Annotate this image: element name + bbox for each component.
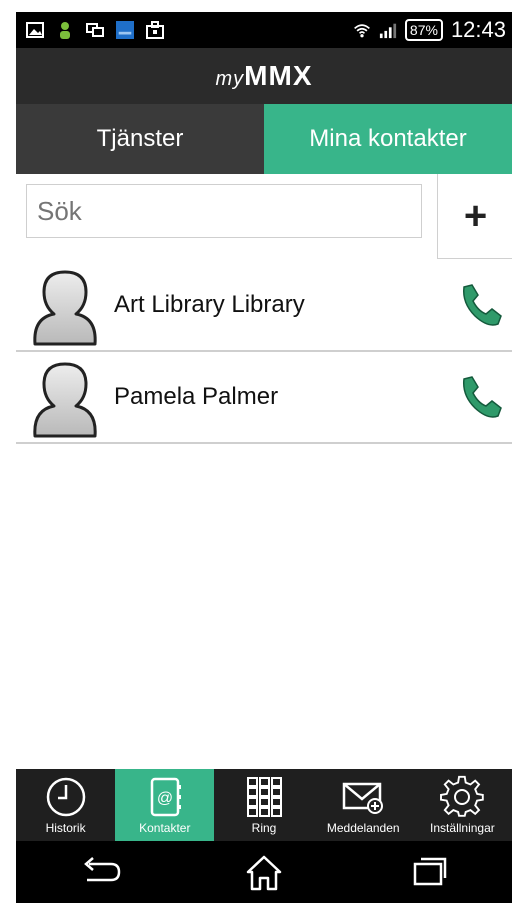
notification-icons xyxy=(26,21,164,39)
wifi-icon xyxy=(353,21,371,39)
keypad-icon xyxy=(247,777,282,817)
nav-label: Historik xyxy=(45,821,86,835)
address-book-icon: @ xyxy=(150,777,181,817)
logo-main: MMX xyxy=(244,60,313,91)
signal-icon xyxy=(379,21,397,39)
phone-call-icon[interactable] xyxy=(456,373,504,421)
system-nav-bar xyxy=(16,841,512,903)
back-icon[interactable] xyxy=(75,852,123,892)
clock: 12:43 xyxy=(450,17,506,42)
contact-notification-icon xyxy=(56,21,74,39)
system-status: 87% 12:43 xyxy=(353,17,506,43)
contact-row[interactable]: Art Library Library xyxy=(16,260,512,352)
contact-list: Art Library Library Pamela Palmer xyxy=(16,260,512,444)
add-contact-button[interactable]: + xyxy=(437,174,512,259)
nav-installningar[interactable]: Inställningar xyxy=(413,769,512,841)
tab-tjanster[interactable]: Tjänster xyxy=(16,104,264,174)
nav-label: Kontakter xyxy=(139,821,191,835)
battery-indicator: 87% xyxy=(404,19,443,41)
svg-text:@: @ xyxy=(157,790,173,807)
recent-apps-icon[interactable] xyxy=(405,852,453,892)
app-notification-icon xyxy=(116,21,134,39)
logo-prefix: my xyxy=(215,68,245,90)
envelope-icon xyxy=(342,782,384,814)
avatar-placeholder-icon xyxy=(33,362,97,438)
screens-icon xyxy=(86,21,104,39)
app-title-bar: myMMX xyxy=(16,48,512,104)
clock-icon xyxy=(46,777,85,817)
search-row: + xyxy=(16,174,512,260)
nav-kontakter[interactable]: @ Kontakter xyxy=(115,769,215,841)
gear-icon xyxy=(440,775,485,817)
nav-label: Meddelanden xyxy=(326,821,400,835)
nav-historik[interactable]: Historik xyxy=(16,769,115,841)
app-logo: myMMX xyxy=(216,60,313,92)
avatar-placeholder-icon xyxy=(33,270,97,346)
contact-row[interactable]: Pamela Palmer xyxy=(16,352,512,444)
gallery-icon xyxy=(26,21,44,39)
search-input[interactable] xyxy=(26,184,422,238)
phone-screen: 87% 12:43 myMMX Tjänster Mina kontakter … xyxy=(16,12,512,903)
contact-name: Art Library Library xyxy=(114,291,305,318)
status-bar: 87% 12:43 xyxy=(16,12,512,48)
contact-name: Pamela Palmer xyxy=(114,383,279,410)
phone-call-icon[interactable] xyxy=(456,281,504,329)
nav-label: Inställningar xyxy=(430,821,495,835)
bottom-navigation: Historik @ Kontakter Ring Meddelanden In… xyxy=(16,769,512,841)
tab-mina-kontakter[interactable]: Mina kontakter xyxy=(264,104,512,174)
nav-ring[interactable]: Ring xyxy=(214,769,313,841)
nav-label: Ring xyxy=(251,821,277,835)
bag-icon xyxy=(146,21,164,39)
nav-meddelanden[interactable]: Meddelanden xyxy=(314,769,413,841)
tab-bar: Tjänster Mina kontakter xyxy=(16,104,512,174)
home-icon[interactable] xyxy=(240,852,288,892)
